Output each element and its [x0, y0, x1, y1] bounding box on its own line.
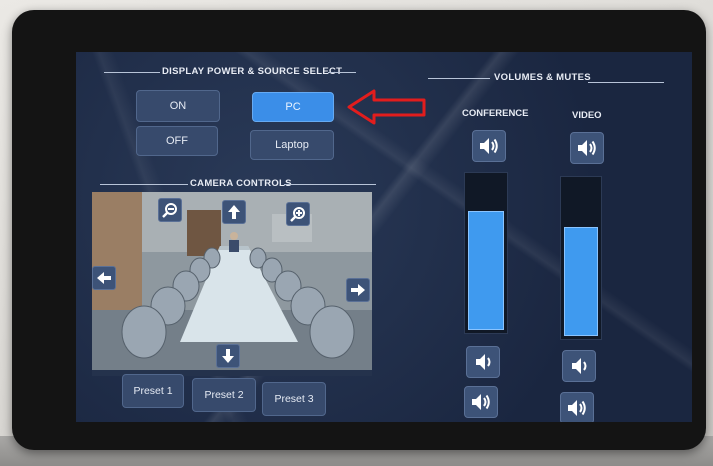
speaker-mute-icon [578, 140, 596, 156]
camera-section-rule-left [100, 184, 188, 185]
source-pc-button[interactable]: PC [252, 92, 334, 122]
zoom-in-icon [290, 207, 305, 222]
zoom-out-button[interactable] [158, 198, 182, 222]
volume-section-rule-left [428, 78, 490, 79]
conference-volume-slider[interactable] [464, 172, 508, 334]
arrow-right-icon [351, 284, 365, 296]
conference-mute-button[interactable] [472, 130, 506, 162]
display-section-rule-right [328, 72, 356, 73]
camera-preset-2-button[interactable]: Preset 2 [192, 378, 256, 412]
speaker-up-icon [568, 400, 586, 416]
camera-section-title: CAMERA CONTROLS [190, 178, 292, 189]
video-channel-label: VIDEO [572, 110, 602, 121]
conference-volume-up-button[interactable] [464, 386, 498, 418]
speaker-down-icon [572, 358, 587, 374]
tilt-up-button[interactable] [222, 200, 246, 224]
zoom-out-icon [162, 203, 177, 218]
pan-right-button[interactable] [346, 278, 370, 302]
conference-volume-down-button[interactable] [466, 346, 500, 378]
speaker-down-icon [476, 354, 491, 370]
camera-section-rule-right [284, 184, 376, 185]
display-section-rule-left [104, 72, 160, 73]
touch-panel-screen: DISPLAY POWER & SOURCE SELECT ON PC OFF … [76, 52, 692, 422]
volume-section-title: VOLUMES & MUTES [494, 72, 591, 83]
volume-section-rule-right [588, 82, 664, 83]
video-volume-level [564, 226, 598, 336]
red-arrow-icon [347, 89, 426, 125]
pan-left-button[interactable] [92, 266, 116, 290]
arrow-up-icon [228, 205, 240, 219]
display-on-button[interactable]: ON [136, 90, 220, 122]
video-volume-slider[interactable] [560, 176, 602, 340]
speaker-mute-icon [480, 138, 498, 154]
conference-channel-label: CONFERENCE [462, 108, 529, 119]
source-laptop-button[interactable]: Laptop [250, 130, 334, 160]
touch-panel-bezel: DISPLAY POWER & SOURCE SELECT ON PC OFF … [12, 10, 706, 450]
video-mute-button[interactable] [570, 132, 604, 164]
conference-volume-level [468, 211, 504, 330]
arrow-down-icon [222, 349, 234, 363]
display-section-title: DISPLAY POWER & SOURCE SELECT [162, 66, 343, 77]
video-volume-down-button[interactable] [562, 350, 596, 382]
camera-preset-3-button[interactable]: Preset 3 [262, 382, 326, 416]
zoom-in-button[interactable] [286, 202, 310, 226]
video-volume-up-button[interactable] [560, 392, 594, 422]
arrow-left-icon [97, 272, 111, 284]
display-off-button[interactable]: OFF [136, 126, 218, 156]
speaker-up-icon [472, 394, 490, 410]
camera-preset-1-button[interactable]: Preset 1 [122, 374, 184, 408]
tilt-down-button[interactable] [216, 344, 240, 368]
